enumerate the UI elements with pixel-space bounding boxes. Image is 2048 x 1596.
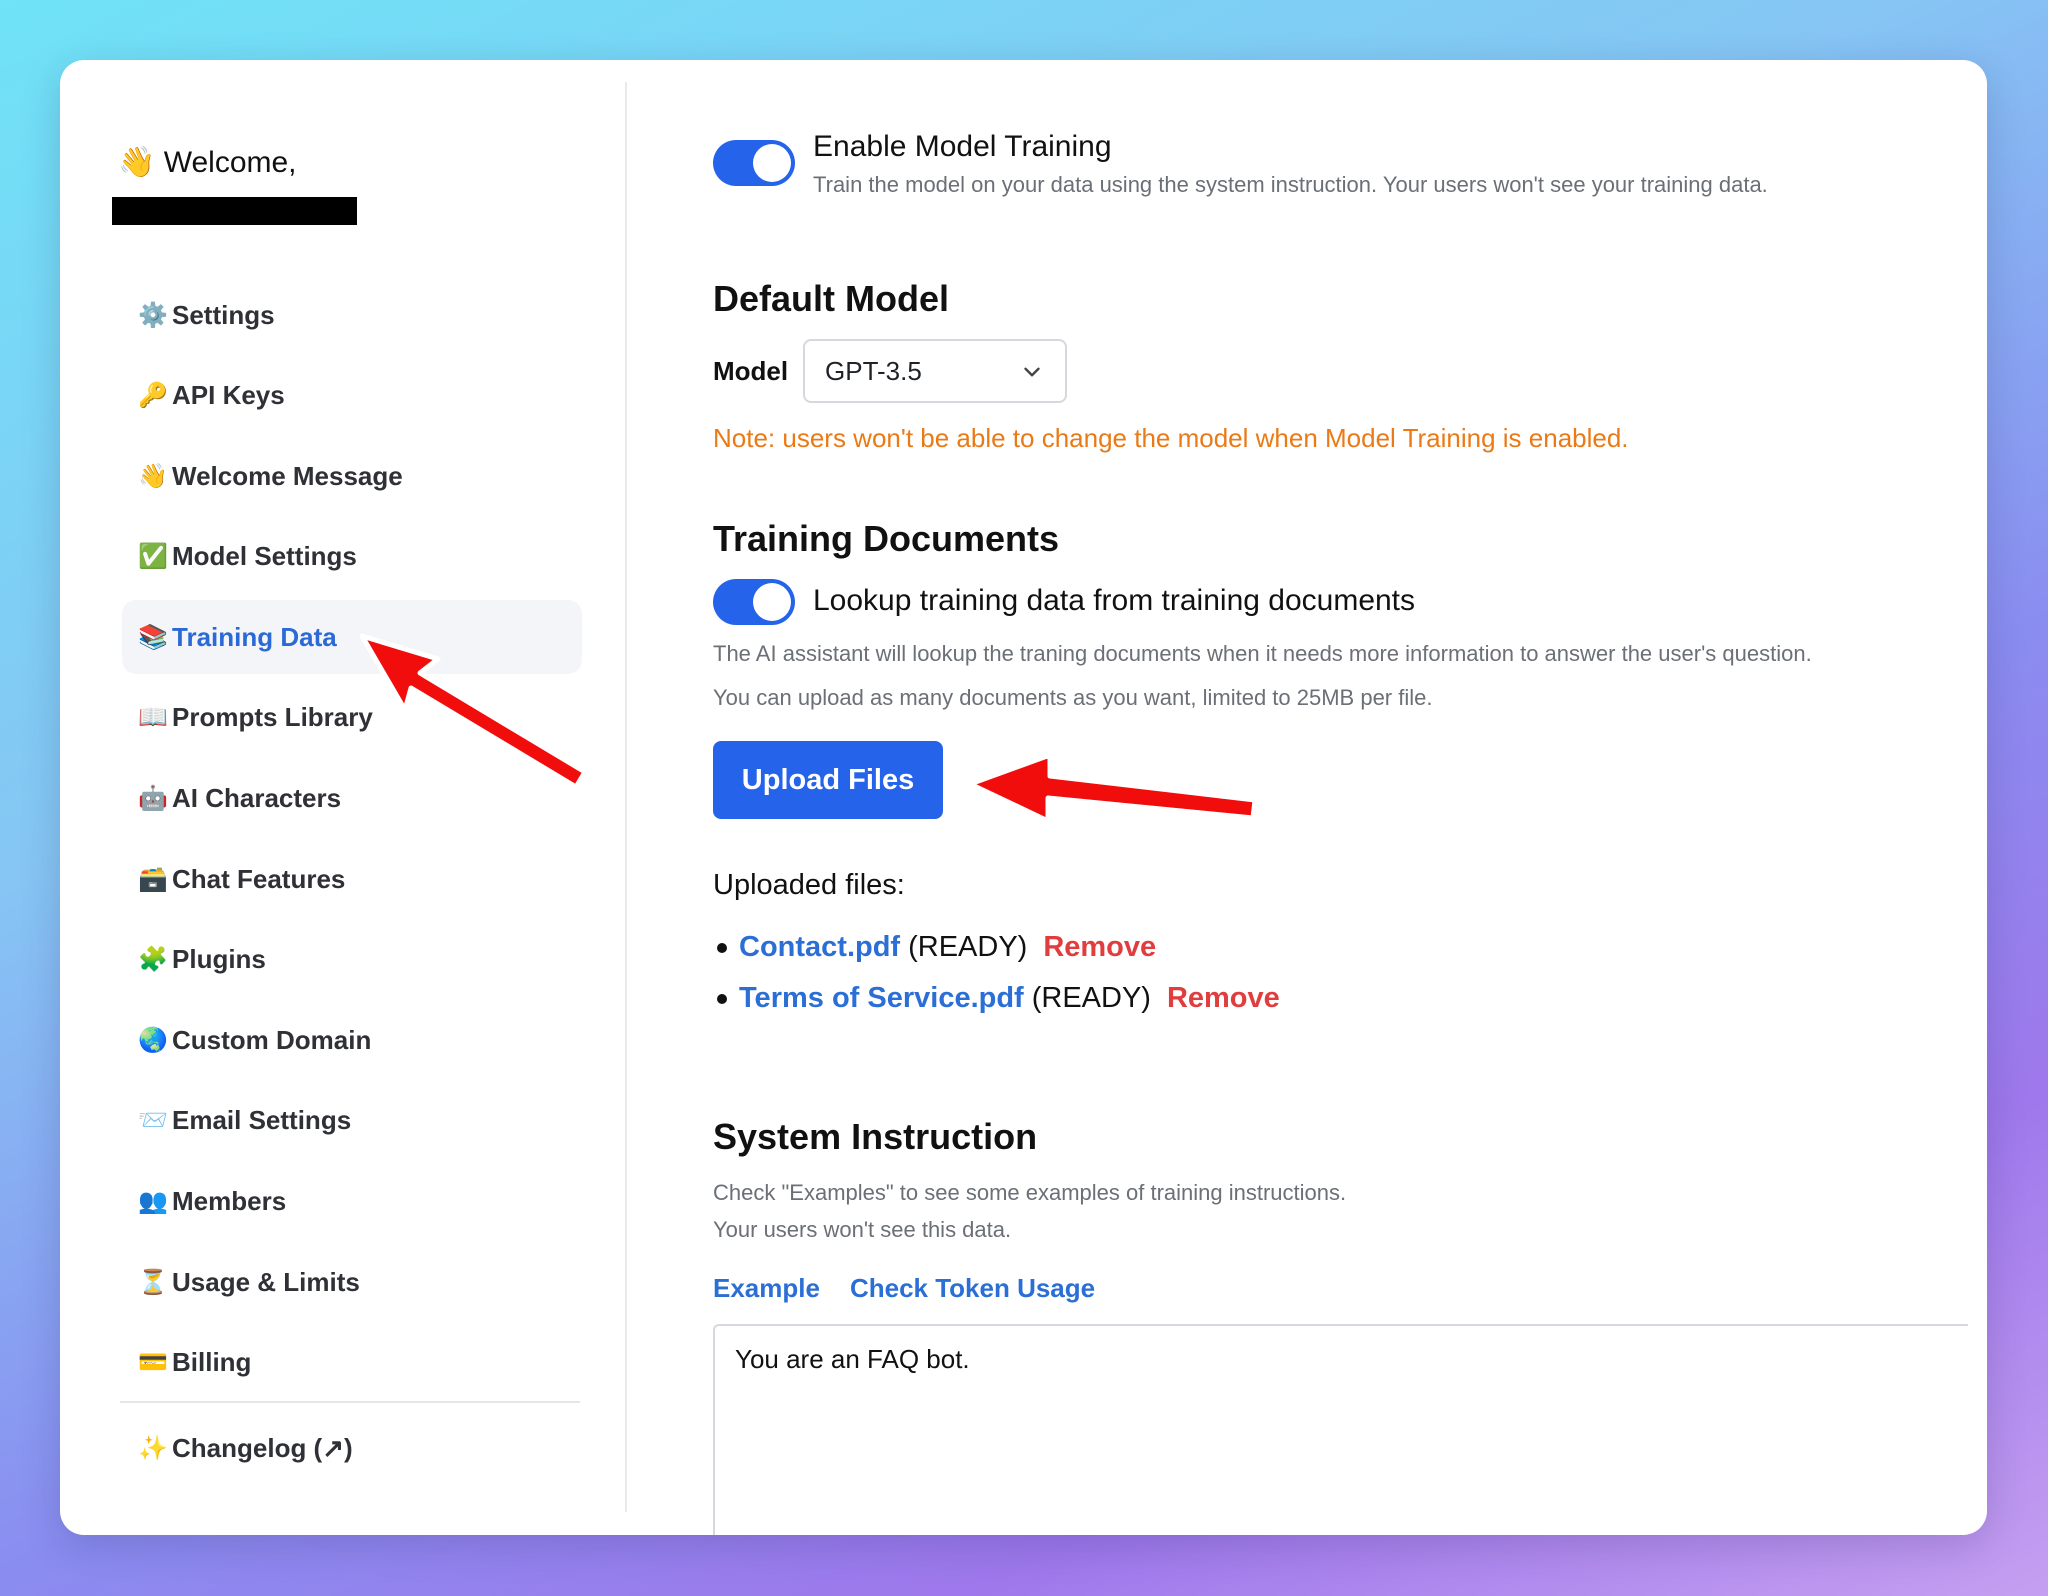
card-box-icon: 🗃️	[138, 865, 168, 893]
sidebar-item-label: Usage & Limits	[172, 1266, 360, 1297]
wave-icon: 👋	[118, 146, 156, 179]
sidebar-item-settings[interactable]: ⚙️ Settings	[122, 278, 582, 352]
remove-file-button[interactable]: Remove	[1167, 982, 1280, 1015]
sidebar-item-label: Email Settings	[172, 1105, 352, 1136]
sidebar-item-label: AI Characters	[172, 783, 342, 814]
changelog-label: Changelog (↗)	[172, 1432, 353, 1463]
open-book-icon: 📖	[138, 704, 168, 732]
default-model-heading: Default Model	[713, 278, 950, 319]
credit-card-icon: 💳	[138, 1349, 168, 1377]
sidebar-item-label: Plugins	[172, 944, 266, 975]
sidebar-item-prompts-library[interactable]: 📖 Prompts Library	[122, 681, 582, 755]
gear-icon: ⚙️	[138, 301, 168, 329]
lookup-documents-toggle[interactable]	[713, 579, 795, 625]
sidebar-item-label: Settings	[172, 299, 275, 330]
sidebar-item-email-settings[interactable]: 📨 Email Settings	[122, 1084, 582, 1158]
example-link[interactable]: Example	[713, 1273, 820, 1304]
model-training-note: Note: users won't be able to change the …	[713, 423, 1629, 453]
sidebar-item-welcome-message[interactable]: 👋 Welcome Message	[122, 439, 582, 513]
sidebar-item-model-settings[interactable]: ✅ Model Settings	[122, 520, 582, 594]
wave-icon: 👋	[138, 462, 168, 490]
sidebar: 👋 Welcome, ⚙️ Settings 🔑 API Keys 👋 Welc…	[60, 60, 625, 1535]
puzzle-piece-icon: 🧩	[138, 946, 168, 974]
file-link[interactable]: Terms of Service.pdf	[739, 982, 1024, 1015]
upload-limit-text: You can upload as many documents as you …	[713, 685, 1433, 710]
sidebar-item-ai-characters[interactable]: 🤖 AI Characters	[122, 762, 582, 836]
chevron-down-icon	[1024, 367, 1040, 377]
lookup-documents-label: Lookup training data from training docum…	[813, 584, 1416, 617]
list-item: Contact.pdf (READY) Remove	[713, 922, 1280, 973]
model-training-title: Enable Model Training	[813, 130, 1112, 163]
sidebar-item-training-data[interactable]: 📚 Training Data	[122, 600, 582, 675]
upload-files-button[interactable]: Upload Files	[713, 741, 943, 819]
sidebar-item-label: API Keys	[172, 380, 285, 411]
sidebar-item-label: Model Settings	[172, 541, 357, 572]
sidebar-item-label: Custom Domain	[172, 1024, 372, 1055]
hourglass-icon: ⏳	[138, 1268, 168, 1296]
check-mark-icon: ✅	[138, 543, 168, 571]
model-select[interactable]: GPT-3.5	[803, 339, 1067, 403]
sidebar-item-label: Prompts Library	[172, 702, 373, 733]
model-label: Model	[713, 356, 789, 386]
file-link[interactable]: Contact.pdf	[739, 931, 900, 964]
uploaded-files-label: Uploaded files:	[713, 869, 905, 901]
robot-icon: 🤖	[138, 785, 168, 813]
system-instruction-textarea[interactable]: You are an FAQ bot.	[713, 1324, 1968, 1535]
sparkles-icon: ✨	[138, 1434, 168, 1462]
sidebar-nav: ⚙️ Settings 🔑 API Keys 👋 Welcome Message…	[122, 278, 582, 1406]
welcome-text: Welcome,	[163, 146, 297, 179]
system-instruction-description: Check "Examples" to see some examples of…	[713, 1180, 1347, 1205]
documents-description: The AI assistant will lookup the traning…	[713, 641, 1812, 666]
welcome-greeting: 👋 Welcome,	[118, 145, 297, 180]
sidebar-item-usage-limits[interactable]: ⏳ Usage & Limits	[122, 1245, 582, 1319]
sidebar-item-label: Training Data	[172, 621, 337, 652]
list-item: Terms of Service.pdf (READY) Remove	[713, 973, 1280, 1024]
toggle-knob	[753, 144, 791, 182]
check-token-usage-link[interactable]: Check Token Usage	[850, 1273, 1095, 1304]
main-content: Enable Model Training Train the model on…	[713, 60, 1987, 1535]
changelog-link[interactable]: ✨ Changelog (↗)	[122, 1413, 582, 1483]
sidebar-item-api-keys[interactable]: 🔑 API Keys	[122, 359, 582, 433]
users-icon: 👥	[138, 1188, 168, 1216]
sidebar-divider-vertical	[625, 82, 627, 1512]
file-status: (READY)	[908, 931, 1028, 963]
sidebar-item-label: Chat Features	[172, 863, 346, 894]
books-icon: 📚	[138, 623, 168, 651]
system-instruction-privacy: Your users won't see this data.	[713, 1217, 1012, 1242]
system-instruction-links: Example Check Token Usage	[713, 1273, 1095, 1304]
globe-icon: 🌏	[138, 1026, 168, 1054]
sidebar-item-billing[interactable]: 💳 Billing	[122, 1326, 582, 1400]
file-status: (READY)	[1031, 982, 1151, 1014]
sidebar-item-chat-features[interactable]: 🗃️ Chat Features	[122, 842, 582, 916]
sidebar-item-custom-domain[interactable]: 🌏 Custom Domain	[122, 1003, 582, 1077]
model-training-toggle[interactable]	[713, 140, 795, 186]
model-select-value: GPT-3.5	[825, 355, 922, 386]
system-instruction-heading: System Instruction	[713, 1116, 1038, 1157]
sidebar-item-label: Welcome Message	[172, 460, 403, 491]
envelope-icon: 📨	[138, 1107, 168, 1135]
toggle-knob	[753, 583, 791, 621]
sidebar-divider	[120, 1401, 580, 1403]
redacted-username	[112, 197, 357, 225]
key-icon: 🔑	[138, 382, 168, 410]
sidebar-item-label: Billing	[172, 1347, 252, 1378]
bullet-icon	[717, 993, 727, 1004]
sidebar-item-members[interactable]: 👥 Members	[122, 1165, 582, 1239]
training-documents-heading: Training Documents	[713, 518, 1060, 559]
model-training-description: Train the model on your data using the s…	[813, 172, 1768, 197]
bullet-icon	[717, 942, 727, 953]
remove-file-button[interactable]: Remove	[1043, 931, 1156, 964]
sidebar-item-label: Members	[172, 1186, 287, 1217]
sidebar-item-plugins[interactable]: 🧩 Plugins	[122, 923, 582, 997]
uploaded-files-list: Contact.pdf (READY) Remove Terms of Serv…	[713, 922, 1280, 1024]
app-window: 👋 Welcome, ⚙️ Settings 🔑 API Keys 👋 Welc…	[60, 60, 1987, 1535]
